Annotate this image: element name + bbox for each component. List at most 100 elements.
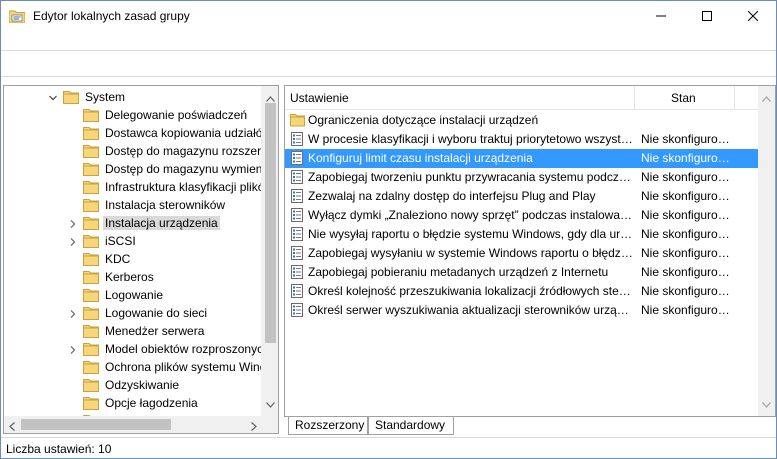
list-row[interactable]: Zapobiegaj pobieraniu metadanych urządze… — [285, 263, 775, 282]
chevron-right-icon[interactable] — [68, 236, 78, 246]
tree-item[interactable]: System — [4, 88, 262, 106]
settings-list-pane: Ustawienie Stan Ograniczenia dotyczące i… — [284, 85, 776, 417]
setting-name: Zapobiegaj tworzeniu punktu przywracania… — [308, 170, 633, 184]
list-row[interactable]: Konfiguruj limit czasu instalacji urządz… — [285, 149, 775, 168]
policy-setting-icon — [290, 284, 305, 299]
scroll-down-icon[interactable] — [762, 397, 771, 411]
tree-item-label: Menedżer serwera — [105, 324, 205, 338]
setting-name: Ograniczenia dotyczące instalacji urządz… — [308, 113, 539, 127]
window-title: Edytor lokalnych zasad grupy — [33, 9, 190, 23]
list-row[interactable]: Zapobiegaj tworzeniu punktu przywracania… — [285, 168, 775, 187]
setting-state: Nie skonfigurowano — [641, 265, 736, 279]
tree-item-label: Infrastruktura klasyfikacji plików — [105, 180, 262, 194]
tree-item[interactable]: Model obiektów rozproszonych — [4, 340, 262, 358]
tree-item-label: Model obiektów rozproszonych — [105, 342, 262, 356]
column-header-setting[interactable]: Ustawienie — [285, 86, 635, 110]
close-button[interactable] — [730, 1, 776, 32]
tree-item[interactable]: Instalacja urządzenia — [4, 214, 262, 232]
folder-icon — [83, 216, 99, 230]
scroll-right-icon[interactable] — [251, 420, 257, 433]
tree-item[interactable]: Logowanie — [4, 286, 262, 304]
setting-name: Nie wysyłaj raportu o błędzie systemu Wi… — [308, 227, 633, 241]
tree-item-label: Logowanie — [105, 288, 164, 302]
tree-item-label: Instalacja urządzenia — [103, 216, 220, 230]
folder-icon — [83, 306, 99, 320]
scrollbar-corner — [261, 416, 278, 433]
setting-state: Nie skonfigurowano — [641, 284, 736, 298]
policy-setting-icon — [290, 208, 305, 223]
folder-icon — [83, 396, 99, 410]
tree-item[interactable]: Dostawca kopiowania udziałów — [4, 124, 262, 142]
column-header-state[interactable]: Stan — [635, 86, 735, 110]
tree-item[interactable]: Kerberos — [4, 268, 262, 286]
minimize-button[interactable] — [638, 1, 684, 32]
list-row[interactable]: Wyłącz dymki „Znaleziono nowy sprzęt” po… — [285, 206, 775, 225]
tree-item[interactable]: Delegowanie poświadczeń — [4, 106, 262, 124]
chevron-right-icon[interactable] — [68, 344, 78, 354]
scroll-up-icon[interactable] — [762, 91, 771, 105]
setting-name: Zezwalaj na zdalny dostęp do interfejsu … — [308, 189, 596, 203]
tree-horizontal-scrollbar[interactable] — [4, 416, 262, 433]
list-row[interactable]: Nie wysyłaj raportu o błędzie systemu Wi… — [285, 225, 775, 244]
tree-item[interactable]: Opcje łagodzenia — [4, 394, 262, 412]
tree-item-label: Odzyskiwanie — [105, 378, 180, 392]
tree-pane: System Delegowanie poświadczeń Dostawca ko… — [3, 85, 279, 434]
list-row[interactable]: Określ serwer wyszukiwania aktualizacji … — [285, 301, 775, 320]
policy-setting-icon — [290, 189, 305, 204]
tree-item[interactable]: Odzyskiwanie — [4, 376, 262, 394]
tree-item[interactable]: Ochrona plików systemu Windows — [4, 358, 262, 376]
policy-setting-icon — [290, 227, 305, 242]
tree-item[interactable]: Menedżer serwera — [4, 322, 262, 340]
setting-name: Konfiguruj limit czasu instalacji urządz… — [308, 151, 533, 165]
folder-icon — [83, 288, 99, 302]
tree-horizontal-scroll-thumb[interactable] — [21, 419, 171, 430]
folder-icon — [83, 162, 99, 176]
tree-view: System Delegowanie poświadczeń Dostawca ko… — [4, 86, 262, 416]
chevron-right-icon[interactable] — [68, 308, 78, 318]
tree-item[interactable]: Infrastruktura klasyfikacji plików — [4, 178, 262, 196]
maximize-button[interactable] — [684, 1, 730, 32]
chevron-right-icon[interactable] — [68, 218, 78, 228]
list-row[interactable]: Zapobiegaj wysyłaniu w systemie Windows … — [285, 244, 775, 263]
setting-name: Zapobiegaj wysyłaniu w systemie Windows … — [308, 246, 633, 260]
status-bar: Liczba ustawień: 10 — [1, 437, 776, 458]
list-row[interactable]: Określ kolejność przeszukiwania lokaliza… — [285, 282, 775, 301]
tab-extended[interactable]: Rozszerzony — [288, 417, 368, 435]
list-vertical-scrollbar[interactable] — [758, 86, 775, 416]
folder-icon — [83, 270, 99, 284]
tree-item-label: Dostęp do magazynu wymiennego — [105, 162, 262, 176]
tree-item[interactable]: Dostęp do magazynu wymiennego — [4, 160, 262, 178]
setting-name: Określ kolejność przeszukiwania lokaliza… — [308, 284, 633, 298]
policy-setting-icon — [290, 132, 305, 147]
folder-icon — [83, 234, 99, 248]
tree-item[interactable]: KDC — [4, 250, 262, 268]
folder-icon — [83, 126, 99, 140]
setting-name: W procesie klasyfikacji i wyboru traktuj… — [308, 132, 633, 146]
scroll-left-icon[interactable] — [9, 420, 15, 433]
tree-item[interactable]: Instalacja sterowników — [4, 196, 262, 214]
setting-name: Wyłącz dymki „Znaleziono nowy sprzęt” po… — [308, 208, 633, 222]
minimize-icon — [656, 10, 666, 24]
folder-icon — [83, 180, 99, 194]
list-row[interactable]: Zezwalaj na zdalny dostęp do interfejsu … — [285, 187, 775, 206]
close-icon — [747, 10, 759, 24]
toolbar — [1, 52, 776, 77]
scroll-down-icon[interactable] — [266, 397, 275, 411]
policy-setting-icon — [290, 151, 305, 166]
policy-setting-icon — [290, 265, 305, 280]
list-row[interactable]: W procesie klasyfikacji i wyboru traktuj… — [285, 130, 775, 149]
tree-item[interactable]: iSCSI — [4, 232, 262, 250]
list-row[interactable]: Ograniczenia dotyczące instalacji urządz… — [285, 111, 775, 130]
tree-vertical-scroll-thumb[interactable] — [265, 103, 276, 343]
tab-standard[interactable]: Standardowy — [368, 417, 454, 435]
folder-icon — [83, 378, 99, 392]
chevron-down-icon[interactable] — [48, 92, 58, 102]
tree-item-label: Dostawca kopiowania udziałów — [105, 126, 262, 140]
folder-icon — [83, 342, 99, 356]
tree-item[interactable]: Logowanie do sieci — [4, 304, 262, 322]
maximize-icon — [702, 10, 712, 24]
setting-name: Określ serwer wyszukiwania aktualizacji … — [308, 303, 633, 317]
tree-item[interactable]: Dostęp do magazynu rozszerzonego — [4, 142, 262, 160]
title-bar[interactable]: Edytor lokalnych zasad grupy — [1, 1, 776, 32]
tree-vertical-scrollbar[interactable] — [261, 86, 278, 416]
